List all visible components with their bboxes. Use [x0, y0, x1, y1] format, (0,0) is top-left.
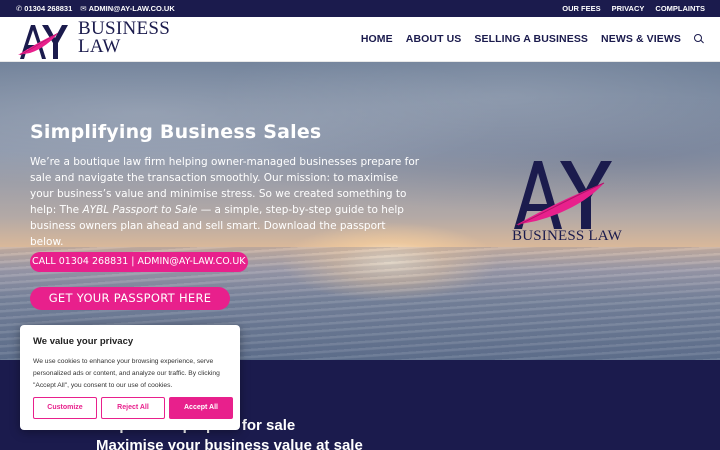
cookie-text: We use cookies to enhance your browsing … [33, 358, 220, 389]
nav-about-us[interactable]: ABOUT US [406, 33, 462, 45]
call-email-button[interactable]: CALL 01304 268831 | ADMIN@AY-LAW.CO.UK [30, 252, 248, 272]
ay-quill-logo-mark-large [514, 161, 612, 229]
cookie-title: We value your privacy [33, 336, 134, 347]
get-passport-button[interactable]: GET YOUR PASSPORT HERE [30, 287, 230, 310]
phone-icon: ✆ [16, 4, 23, 13]
site-logo[interactable]: BUSINESS LAW [18, 19, 178, 61]
logo-line-law: LAW [78, 36, 121, 57]
main-nav: HOME ABOUT US SELLING A BUSINESS NEWS & … [361, 33, 704, 45]
hero-intro-text: We’re a boutique law firm helping owner-… [30, 154, 420, 250]
phone-link[interactable]: ✆ 01304 268831 [16, 4, 72, 13]
hero-title: Simplifying Business Sales [30, 121, 322, 143]
logo-wordmark: BUSINESS LAW [78, 19, 170, 57]
ay-quill-logo-mark [18, 25, 68, 59]
top-bar: ✆ 01304 268831 ✉ ADMIN@AY-LAW.CO.UK OUR … [0, 0, 720, 17]
cookie-consent-banner: We value your privacy We use cookies to … [20, 325, 240, 430]
nav-home[interactable]: HOME [361, 33, 393, 45]
privacy-link[interactable]: PRIVACY [612, 4, 645, 13]
search-icon[interactable] [694, 34, 704, 44]
passport-name: AYBL Passport to Sale [82, 204, 198, 216]
accept-all-button[interactable]: Accept All [169, 397, 233, 419]
complaints-link[interactable]: COMPLAINTS [655, 4, 705, 13]
customize-button[interactable]: Customize [33, 397, 97, 419]
email-link[interactable]: ✉ ADMIN@AY-LAW.CO.UK [80, 4, 175, 13]
reject-all-button[interactable]: Reject All [101, 397, 165, 419]
site-header: BUSINESS LAW HOME ABOUT US SELLING A BUS… [0, 17, 720, 62]
email-address: ADMIN@AY-LAW.CO.UK [88, 4, 175, 13]
nav-selling-a-business[interactable]: SELLING A BUSINESS [474, 33, 588, 45]
benefit-line-2: Maximise your business value at sale [96, 437, 363, 450]
phone-number: 01304 268831 [24, 4, 73, 13]
hero-section: Simplifying Business Sales We’re a bouti… [0, 62, 720, 360]
nav-news-views[interactable]: NEWS & VIEWS [601, 33, 681, 45]
cookie-buttons: Customize Reject All Accept All [33, 397, 233, 419]
hero-logo-wordmark: BUSINESS LAW [512, 228, 622, 244]
our-fees-link[interactable]: OUR FEES [562, 4, 600, 13]
hero-logo: BUSINESS LAW [508, 155, 638, 255]
envelope-icon: ✉ [80, 4, 87, 13]
